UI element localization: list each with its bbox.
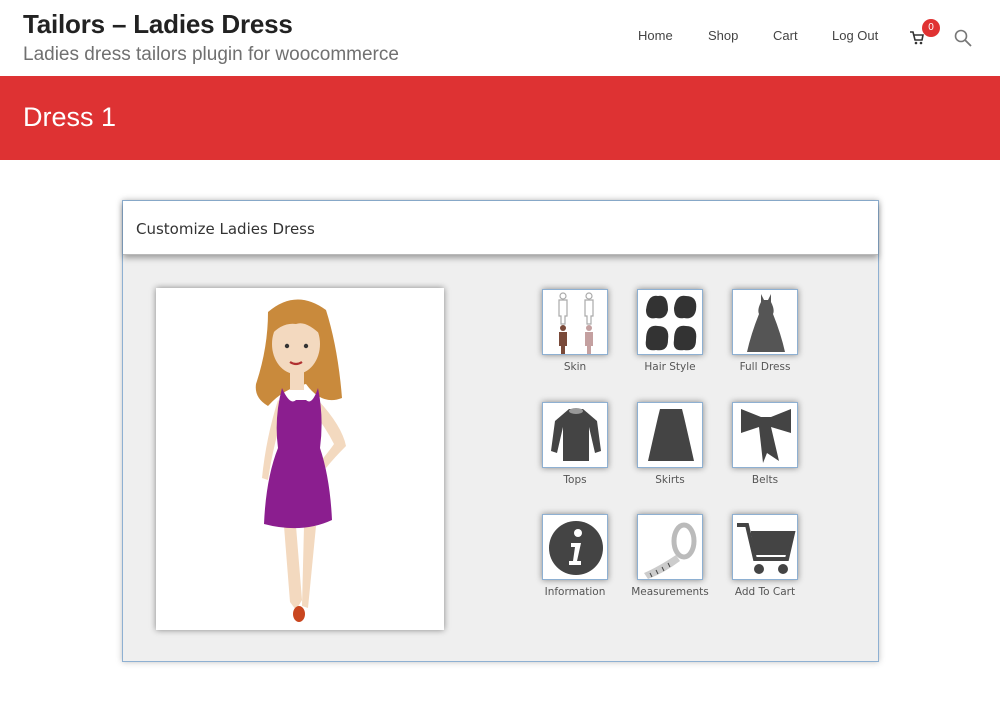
tops-option-thumb[interactable]: [542, 402, 608, 468]
option-tops-label: Tops: [563, 474, 587, 486]
skirts-icon: [648, 409, 694, 461]
skirts-option-thumb[interactable]: [637, 402, 703, 468]
cart-icon[interactable]: [910, 31, 924, 45]
option-information[interactable]: Information: [525, 514, 625, 598]
nav-shop-link[interactable]: Shop: [708, 28, 738, 43]
option-measurements-label: Measurements: [631, 586, 709, 598]
customizer-title: Customize Ladies Dress: [136, 220, 315, 238]
full-dress-option-thumb[interactable]: [732, 289, 798, 355]
dress-preview: [156, 288, 444, 630]
option-tops[interactable]: Tops: [525, 402, 625, 486]
tops-icon: [551, 408, 601, 461]
option-skin[interactable]: Skin: [525, 289, 625, 373]
option-belts-label: Belts: [751, 474, 779, 486]
option-hair-style[interactable]: Hair Style: [620, 289, 720, 373]
option-full-dress[interactable]: Full Dress: [715, 289, 815, 373]
option-skin-label: Skin: [563, 361, 587, 373]
site-header: Tailors – Ladies Dress Ladies dress tail…: [0, 0, 1000, 76]
option-add-to-cart[interactable]: Add To Cart: [715, 514, 815, 598]
option-add-to-cart-label: Add To Cart: [734, 586, 796, 598]
belts-option-thumb[interactable]: [732, 402, 798, 468]
cart-count-badge[interactable]: 0: [922, 19, 940, 37]
nav-home-link[interactable]: Home: [638, 28, 673, 43]
main-nav: Home Shop Cart Log Out: [0, 28, 1000, 48]
information-icon: [549, 521, 603, 575]
customizer-header: Customize Ladies Dress: [123, 201, 878, 255]
measuring-tape-icon: [644, 522, 697, 579]
nav-cart-link[interactable]: Cart: [773, 28, 798, 43]
skin-icon: [558, 292, 594, 354]
full-dress-icon: [747, 294, 785, 352]
option-skirts-label: Skirts: [655, 474, 685, 486]
information-option-thumb[interactable]: [542, 514, 608, 580]
hair-style-icon: [645, 295, 697, 351]
page-title: Dress 1: [23, 102, 117, 132]
search-icon[interactable]: [954, 29, 972, 47]
skin-option-thumb[interactable]: [542, 289, 608, 355]
nav-logout-link[interactable]: Log Out: [832, 28, 878, 43]
add-to-cart-option-thumb[interactable]: [732, 514, 798, 580]
page-banner: Dress 1: [0, 76, 1000, 160]
belts-icon: [741, 409, 791, 463]
shopping-cart-icon: [737, 523, 796, 574]
option-full-dress-label: Full Dress: [739, 361, 791, 373]
option-belts[interactable]: Belts: [715, 402, 815, 486]
model-figure: [255, 299, 346, 622]
option-hair-style-label: Hair Style: [644, 361, 696, 373]
option-information-label: Information: [544, 586, 606, 598]
measurements-option-thumb[interactable]: [637, 514, 703, 580]
hair-style-option-thumb[interactable]: [637, 289, 703, 355]
option-measurements[interactable]: Measurements: [620, 514, 720, 598]
option-skirts[interactable]: Skirts: [620, 402, 720, 486]
dress-customizer: Customize Ladies Dress Skin Hair Style F…: [122, 200, 879, 662]
